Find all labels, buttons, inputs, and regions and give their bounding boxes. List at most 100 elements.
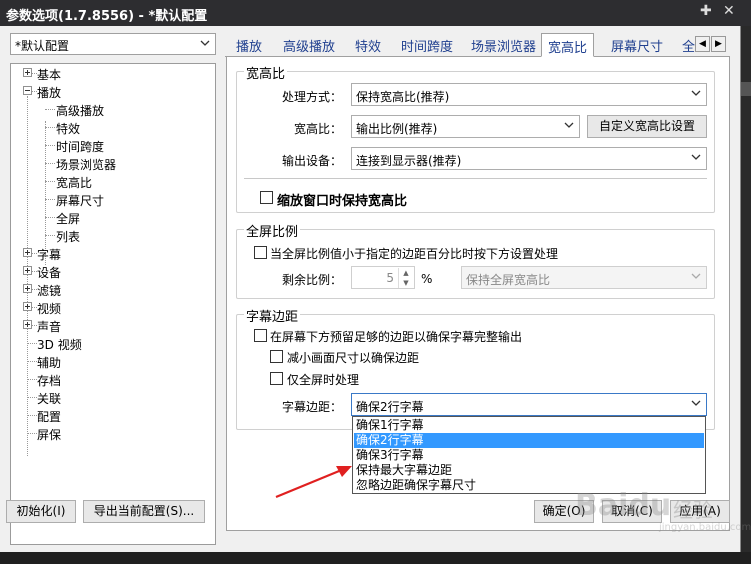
remain-stepper[interactable]: 5 ▲ ▼ [351, 266, 415, 289]
tree-expand-icon[interactable] [23, 266, 32, 275]
keep-on-scale-checkbox[interactable] [260, 191, 273, 204]
subtitle-margin-select[interactable]: 确保2行字幕 [351, 393, 707, 416]
reserve-margin-checkbox[interactable] [254, 329, 267, 342]
dropdown-option[interactable]: 确保3行字幕 [354, 448, 704, 463]
tree-item[interactable]: 宽高比 [56, 174, 92, 191]
tree-item[interactable]: 声音 [37, 318, 61, 335]
dropdown-option[interactable]: 确保1行字幕 [354, 418, 704, 433]
taskbar-strip [0, 552, 751, 564]
tree-item[interactable]: 列表 [56, 228, 80, 245]
tab-scroll-right-icon[interactable]: ▶ [711, 36, 726, 52]
tree-item[interactable]: 存档 [37, 372, 61, 389]
fullscreen-only-checkbox[interactable] [270, 372, 283, 385]
tree-item[interactable]: 辅助 [37, 354, 61, 371]
tree-expand-icon[interactable] [23, 68, 32, 77]
tree-item[interactable]: 时间跨度 [56, 138, 104, 155]
tree-item[interactable]: 字幕 [37, 246, 61, 263]
tree-connector [27, 96, 28, 456]
fullscreen-condition-checkbox[interactable] [254, 246, 267, 259]
tree-connector [45, 199, 55, 200]
subtitle-margin-dropdown[interactable]: 确保1行字幕 确保2行字幕 确保3行字幕 保持最大字幕边距 忽略边距确保字幕尺寸 [352, 416, 706, 494]
tree-expand-icon[interactable] [23, 284, 32, 293]
tab-item[interactable]: 场景浏览器 [471, 36, 536, 55]
tree-item[interactable]: 播放 [37, 84, 61, 101]
tree-item[interactable]: 屏保 [37, 426, 61, 443]
watermark-brand-cn: 经验 [673, 498, 713, 522]
window-title: 参数选项(1.7.8556) - *默认配置 [6, 9, 208, 24]
tab-scroll-left-icon[interactable]: ◀ [695, 36, 710, 52]
mode-select[interactable]: 保持宽高比(推荐) [351, 83, 707, 106]
tree-expand-icon[interactable] [23, 320, 32, 329]
ratio-select-value: 输出比例(推荐) [356, 122, 438, 136]
tab-item[interactable]: 宽高比 [541, 33, 595, 57]
fullscreen-action-select[interactable]: 保持全屏宽高比 [461, 266, 707, 289]
init-button[interactable]: 初始化(I) [6, 500, 76, 523]
tree-item[interactable]: 特效 [56, 120, 80, 137]
tree-item[interactable]: 基本 [37, 66, 61, 83]
output-label: 输出设备： [282, 154, 343, 168]
tree-expand-icon[interactable] [23, 302, 32, 311]
fullscreen-condition-label: 当全屏比例值小于指定的边距百分比时按下方设置处理 [270, 247, 559, 261]
chevron-down-icon [690, 151, 702, 163]
tree-item[interactable]: 高级播放 [56, 102, 104, 119]
title-bar: 参数选项(1.7.8556) - *默认配置 ✚ ✕ [0, 0, 751, 26]
output-select-value: 连接到显示器(推荐) [356, 154, 462, 168]
tab-item[interactable]: 时间跨度 [401, 36, 453, 55]
chevron-down-icon [563, 119, 575, 131]
tree-connector [27, 343, 37, 344]
export-config-button[interactable]: 导出当前配置(S)... [83, 500, 205, 523]
close-icon[interactable]: ✕ [723, 3, 735, 19]
shrink-picture-checkbox[interactable] [270, 350, 283, 363]
stepper-down-icon[interactable]: ▼ [398, 278, 413, 288]
tree-item[interactable]: 全屏 [56, 210, 80, 227]
dropdown-option[interactable]: 确保2行字幕 [354, 433, 704, 448]
tree-expand-icon[interactable] [23, 248, 32, 257]
tree-item[interactable]: 视频 [37, 300, 61, 317]
chevron-down-icon [690, 397, 702, 409]
annotation-arrow-icon [275, 466, 352, 499]
custom-aspect-button[interactable]: 自定义宽高比设置 [587, 115, 707, 138]
tree-collapse-icon[interactable] [23, 86, 32, 95]
ratio-select[interactable]: 输出比例(推荐) [351, 115, 580, 138]
tree-connector [45, 217, 55, 218]
shrink-picture-label: 减小画面尺寸以确保边距 [287, 351, 420, 365]
reserve-margin-label: 在屏幕下方预留足够的边距以确保字幕完整输出 [270, 330, 523, 344]
tab-item[interactable]: 高级播放 [283, 36, 335, 55]
dialog-client-area: *默认配置 基本 播放 高级播放 特效 时间跨度 场景浏览器 宽高比 屏幕尺寸 全屏 列表 字幕 设备… [0, 26, 751, 564]
mode-label: 处理方式： [282, 90, 343, 104]
tree-connector [45, 127, 55, 128]
output-select[interactable]: 连接到显示器(推荐) [351, 147, 707, 170]
dropdown-option[interactable]: 保持最大字幕边距 [354, 463, 704, 478]
tab-item[interactable]: 特效 [355, 36, 381, 55]
tree-connector [27, 379, 37, 380]
tree-item[interactable]: 屏幕尺寸 [56, 192, 104, 209]
remain-value: 5 [386, 271, 394, 285]
profile-select[interactable]: *默认配置 [10, 33, 216, 55]
fullscreen-group-title: 全屏比例 [244, 221, 301, 240]
settings-tree[interactable]: 基本 播放 高级播放 特效 时间跨度 场景浏览器 宽高比 屏幕尺寸 全屏 列表 字幕 设备 滤镜 视频 声音… [10, 63, 216, 545]
chevron-down-icon [690, 270, 702, 282]
watermark-brand: Baidu [575, 488, 672, 523]
tree-item[interactable]: 3D 视频 [37, 336, 82, 353]
tab-item[interactable]: 播放 [236, 36, 262, 55]
tree-connector [27, 415, 37, 416]
subtitle-margin-label: 字幕边距： [282, 400, 343, 414]
tree-item[interactable]: 关联 [37, 390, 61, 407]
subtitle-group-title: 字幕边距 [244, 306, 301, 325]
chevron-down-icon [690, 87, 702, 99]
tree-item[interactable]: 设备 [37, 264, 61, 281]
tab-item[interactable]: 全 [682, 36, 695, 55]
tree-connector [45, 235, 55, 236]
aspect-separator [244, 178, 707, 179]
tree-item[interactable]: 滤镜 [37, 282, 61, 299]
watermark-site: jingyan.baidu.com [659, 522, 751, 533]
keep-on-scale-label: 缩放窗口时保持宽高比 [277, 194, 408, 209]
tree-item[interactable]: 场景浏览器 [56, 156, 116, 173]
stepper-up-icon[interactable]: ▲ [398, 268, 413, 278]
pin-icon[interactable]: ✚ [700, 3, 712, 19]
subtitle-margin-value: 确保2行字幕 [356, 400, 424, 414]
tree-item[interactable]: 配置 [37, 408, 61, 425]
percent-sign: % [421, 272, 433, 286]
tab-item[interactable]: 屏幕尺寸 [611, 36, 663, 55]
tree-connector [45, 163, 55, 164]
